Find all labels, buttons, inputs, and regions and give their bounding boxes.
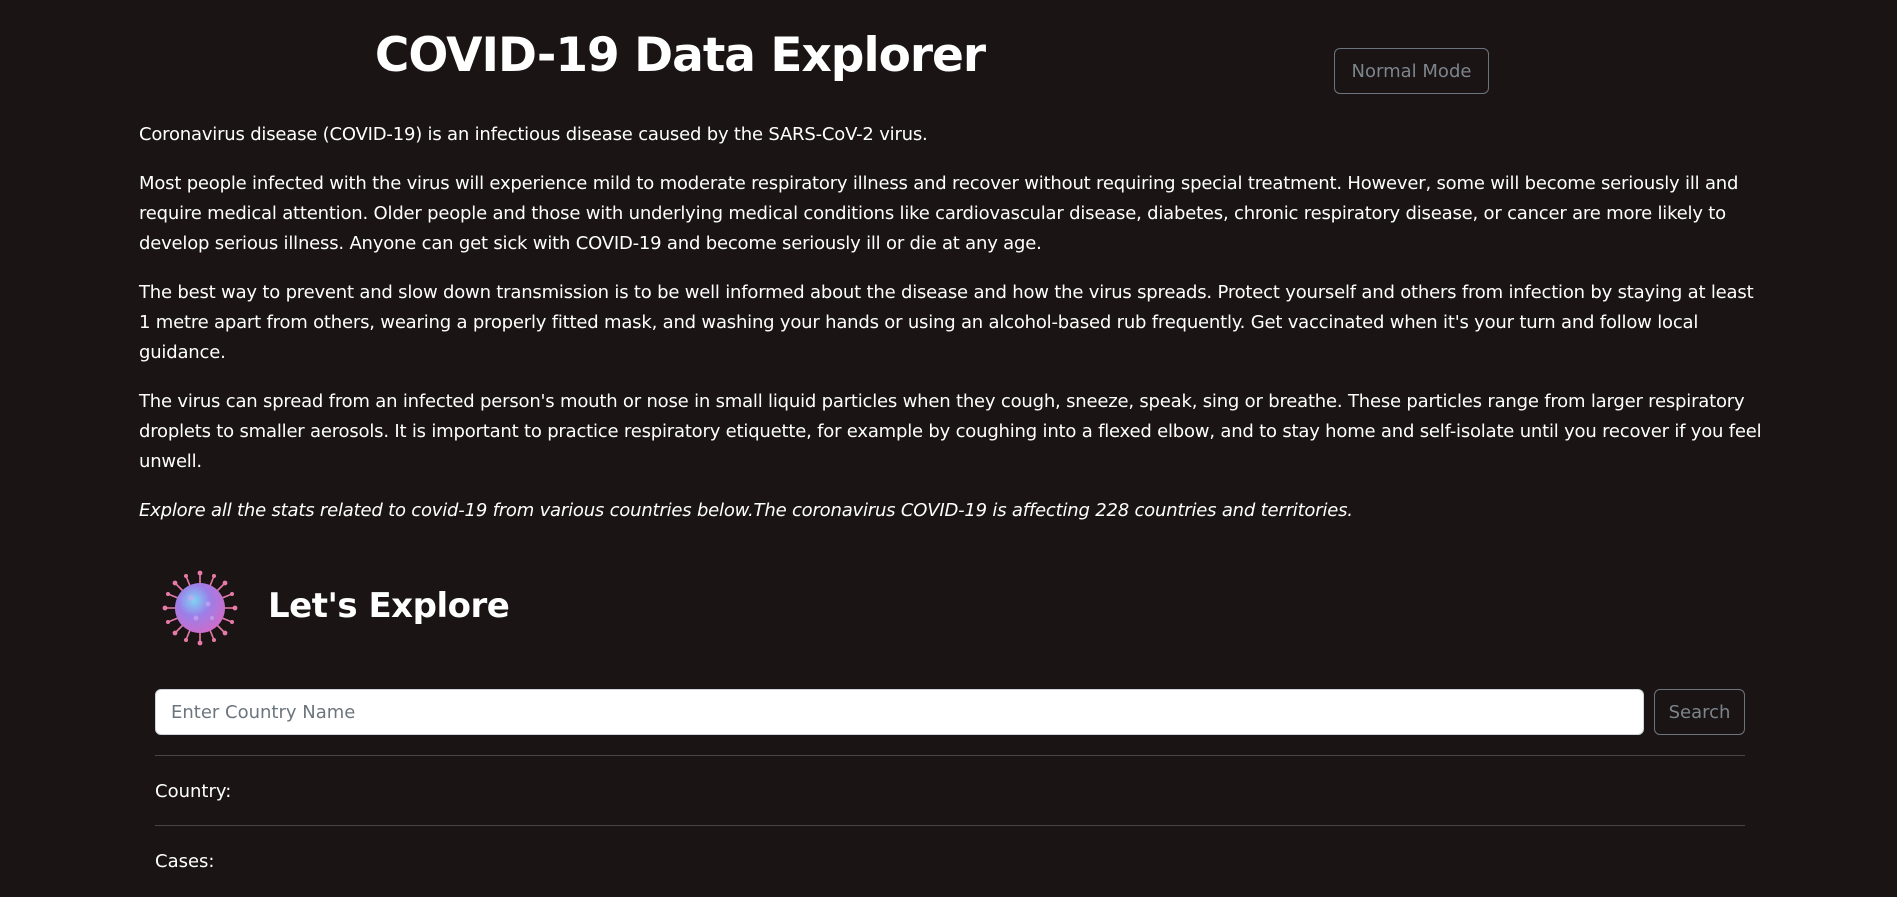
intro-paragraph: Coronavirus disease (COVID-19) is an inf… (139, 124, 928, 145)
stat-row-country: Country: (155, 755, 1745, 825)
search-bar: Search (155, 689, 1745, 735)
intro-section: Coronavirus disease (COVID-19) is an inf… (139, 120, 1764, 545)
country-search-input[interactable] (155, 689, 1644, 735)
explore-header: Let's Explore (160, 568, 760, 648)
header: COVID-19 Data Explorer Normal Mode (0, 0, 1897, 110)
virus-icon (162, 570, 238, 646)
stats-list: Country: Cases: (155, 755, 1745, 895)
intro-note: Explore all the stats related to covid-1… (139, 500, 1353, 521)
search-button[interactable]: Search (1654, 689, 1745, 735)
mode-toggle-button[interactable]: Normal Mode (1334, 48, 1489, 94)
country-label: Country: (155, 781, 232, 802)
stat-row-cases: Cases: (155, 825, 1745, 895)
intro-paragraph: The best way to prevent and slow down tr… (139, 282, 1754, 363)
intro-paragraph: Most people infected with the virus will… (139, 173, 1739, 254)
cases-label: Cases: (155, 851, 215, 872)
page-title: COVID-19 Data Explorer (374, 28, 986, 83)
intro-paragraph: The virus can spread from an infected pe… (139, 391, 1762, 472)
page: COVID-19 Data Explorer Normal Mode Coron… (0, 0, 1897, 897)
explore-title: Let's Explore (268, 586, 510, 626)
